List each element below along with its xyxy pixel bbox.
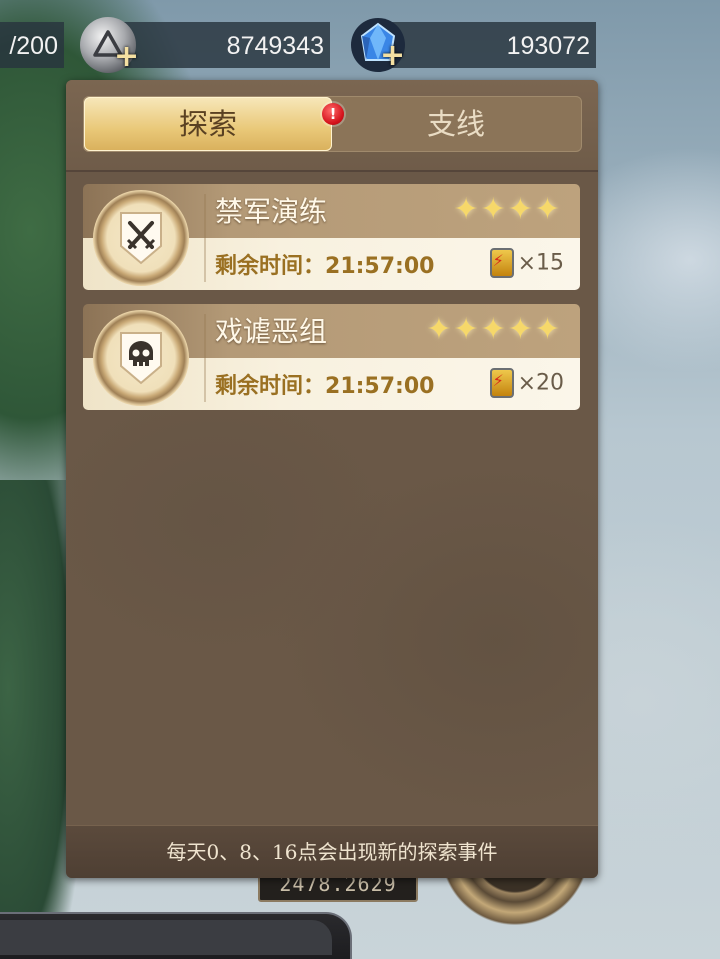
skull-icon [120, 332, 162, 385]
event-medal [93, 190, 189, 286]
silver-value: 8749343 [226, 32, 324, 60]
bottom-menu-bar[interactable] [0, 912, 352, 959]
add-gem-icon: + [380, 38, 406, 73]
exploration-panel: 探索 支线 ! 禁军演练 ✦✦✦✦ 剩余时间：21:57:00 ×15 [66, 80, 598, 878]
add-silver-icon: + [114, 39, 140, 74]
refresh-info-footer: 每天0、8、16点会出现新的探索事件 [66, 825, 598, 878]
time-value: 21:57:00 [325, 254, 435, 279]
blue-crystal-icon[interactable]: + [350, 16, 406, 74]
energy-value: /200 [9, 32, 58, 60]
time-value: 21:57:00 [325, 374, 435, 399]
cost-multiplier: × [517, 250, 536, 276]
event-cost: ×15 [489, 248, 564, 278]
event-cost: ×20 [489, 368, 564, 398]
event-name: 戏谑恶组 [215, 315, 328, 348]
event-card-divider [204, 194, 206, 282]
gem-value: 193072 [506, 32, 590, 60]
time-label: 剩余时间： [215, 254, 326, 279]
event-card-divider [204, 314, 206, 402]
notification-badge: ! [322, 103, 344, 125]
battery-icon [489, 248, 514, 278]
silver-coin-icon[interactable]: + [80, 17, 140, 74]
event-difficulty-stars: ✦✦✦✦ [453, 192, 562, 227]
event-medal [93, 310, 189, 406]
event-card[interactable]: 禁军演练 ✦✦✦✦ 剩余时间：21:57:00 ×15 [83, 184, 580, 292]
gem-counter: 193072 [374, 22, 596, 68]
tab-explore[interactable]: 探索 [84, 97, 332, 151]
cost-amount: 15 [536, 250, 564, 276]
battery-icon [489, 368, 514, 398]
event-difficulty-stars: ✦✦✦✦✦ [426, 312, 562, 347]
tab-side-quest[interactable]: 支线 [332, 97, 580, 151]
bottom-menu-bar-inner [0, 920, 332, 955]
event-remaining-time: 剩余时间：21:57:00 [215, 248, 434, 280]
cost-amount: 20 [536, 370, 564, 396]
event-card[interactable]: 戏谑恶组 ✦✦✦✦✦ 剩余时间：21:57:00 ×20 [83, 304, 580, 412]
event-name: 禁军演练 [215, 195, 328, 228]
cost-multiplier: × [517, 370, 536, 396]
crossed-swords-icon [120, 212, 162, 265]
time-label: 剩余时间： [215, 374, 326, 399]
panel-tabs: 探索 支线 ! [83, 96, 582, 152]
event-remaining-time: 剩余时间：21:57:00 [215, 368, 434, 400]
energy-counter: /200 [0, 22, 64, 68]
